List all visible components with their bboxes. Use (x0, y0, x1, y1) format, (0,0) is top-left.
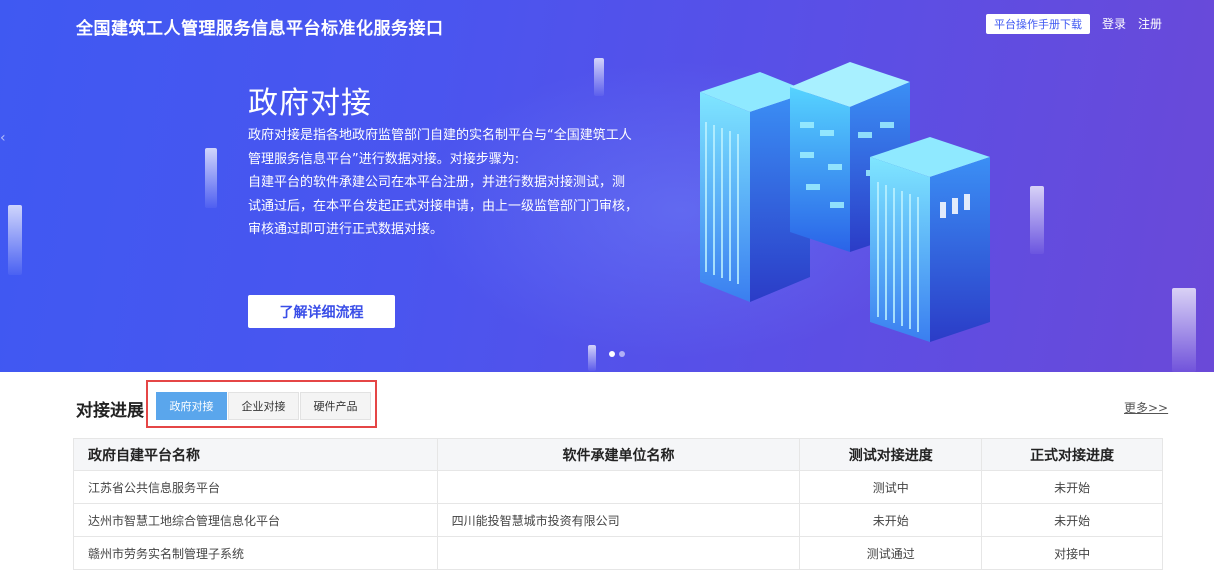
tab-enterprise[interactable]: 企业对接 (228, 392, 299, 420)
formal-progress-cell: 未开始 (981, 470, 1163, 504)
register-link[interactable]: 注册 (1138, 15, 1162, 32)
test-progress-cell: 测试通过 (799, 536, 983, 570)
buildings-illustration-icon (700, 62, 990, 342)
banner-description-line: 政府对接是指各地政府监管部门自建的实名制平台与“全国建筑工人 (248, 128, 632, 143)
tab-government[interactable]: 政府对接 (156, 392, 227, 420)
platform-name-cell: 赣州市劳务实名制管理子系统 (73, 536, 438, 570)
decor-pillar (205, 148, 217, 208)
contractor-cell (436, 470, 801, 504)
decor-pillar (1172, 288, 1196, 372)
table-row[interactable]: 达州市智慧工地综合管理信息化平台 四川能投智慧城市投资有限公司 未开始 未开始 (73, 503, 1163, 537)
platform-name-cell: 达州市智慧工地综合管理信息化平台 (73, 503, 438, 537)
formal-progress-cell: 对接中 (981, 536, 1163, 570)
banner-description: 政府对接是指各地政府监管部门自建的实名制平台与“全国建筑工人 管理服务信息平台”… (248, 124, 668, 242)
table-row[interactable]: 江苏省公共信息服务平台 测试中 未开始 (73, 470, 1163, 504)
table-row[interactable]: 赣州市劳务实名制管理子系统 测试通过 对接中 (73, 536, 1163, 570)
carousel-dots (609, 351, 625, 357)
banner-description-line: 自建平台的软件承建公司在本平台注册，并进行数据对接测试，测 (248, 175, 626, 191)
banner-description-line: 管理服务信息平台”进行数据对接。对接步骤为: (248, 151, 520, 167)
decor-pillar (588, 345, 596, 371)
hero-banner: 全国建筑工人管理服务信息平台标准化服务接口 平台操作手册下载 登录 注册 ‹ 政… (0, 0, 1214, 372)
column-header: 软件承建单位名称 (436, 438, 801, 471)
decor-pillar (594, 58, 604, 96)
banner-heading: 政府对接 (248, 86, 372, 121)
platform-name-cell: 江苏省公共信息服务平台 (73, 470, 438, 504)
detail-process-button[interactable]: 了解详细流程 (248, 295, 395, 328)
tab-hardware[interactable]: 硬件产品 (300, 392, 371, 420)
decor-pillar (8, 205, 22, 275)
column-header: 测试对接进度 (799, 438, 983, 471)
progress-table: 政府自建平台名称 软件承建单位名称 测试对接进度 正式对接进度 江苏省公共信息服… (73, 438, 1163, 570)
test-progress-cell: 测试中 (799, 470, 983, 504)
column-header: 政府自建平台名称 (73, 438, 438, 471)
formal-progress-cell: 未开始 (981, 503, 1163, 537)
table-header-row: 政府自建平台名称 软件承建单位名称 测试对接进度 正式对接进度 (73, 438, 1163, 471)
carousel-dot-2[interactable] (619, 351, 625, 357)
more-link[interactable]: 更多>> (1124, 399, 1168, 416)
contractor-cell: 四川能投智慧城市投资有限公司 (436, 503, 801, 537)
contractor-cell (436, 536, 801, 570)
carousel-prev-icon[interactable]: ‹ (0, 130, 6, 146)
decor-pillar (1030, 186, 1044, 254)
section-title: 对接进展 (76, 401, 144, 421)
test-progress-cell: 未开始 (799, 503, 983, 537)
manual-download-button[interactable]: 平台操作手册下载 (986, 14, 1090, 34)
login-link[interactable]: 登录 (1102, 15, 1126, 32)
banner-description-line: 审核通过即可进行正式数据对接。 (248, 222, 444, 238)
site-title: 全国建筑工人管理服务信息平台标准化服务接口 (76, 19, 444, 39)
column-header: 正式对接进度 (981, 438, 1163, 471)
carousel-dot-1[interactable] (609, 351, 615, 357)
banner-description-line: 试通过后，在本平台发起正式对接申请，由上一级监管部门门审核， (248, 198, 639, 214)
